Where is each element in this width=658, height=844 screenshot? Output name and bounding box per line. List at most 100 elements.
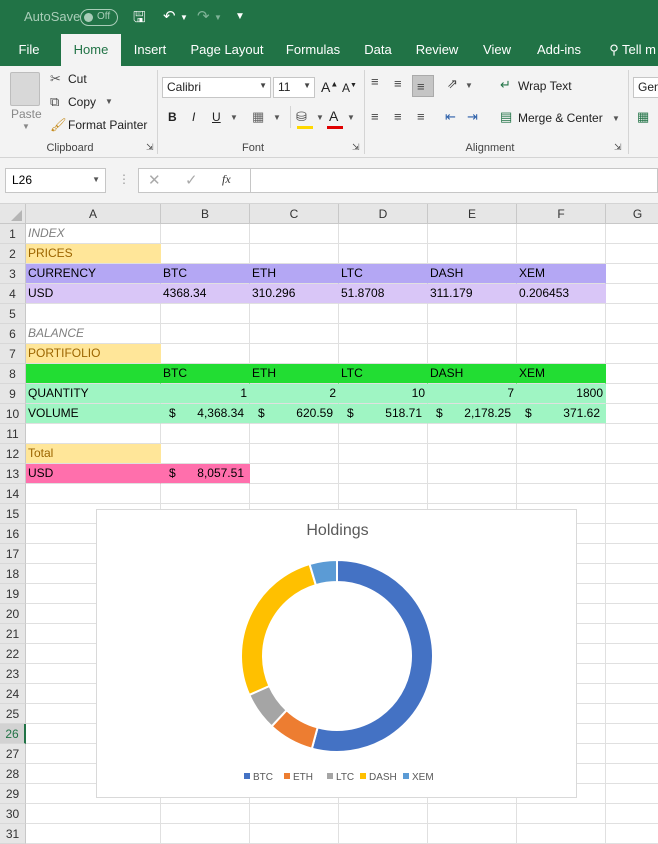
row-header-10[interactable]: 10 [0, 404, 26, 424]
cell-f14[interactable] [517, 484, 606, 504]
cell-d12[interactable] [339, 444, 428, 464]
decrease-indent-icon[interactable]: ⇤ [445, 109, 456, 125]
cell-g9[interactable] [606, 384, 658, 404]
cell-a11[interactable] [26, 424, 161, 444]
cell-b11[interactable] [161, 424, 250, 444]
cell-c4[interactable]: 310.296 [250, 284, 339, 304]
tab-view[interactable]: View [479, 34, 515, 66]
cell-f10[interactable]: $371.62 [517, 404, 606, 424]
cell-e6[interactable] [428, 324, 517, 344]
undo-icon[interactable]: ↶ [163, 7, 176, 25]
tab-insert[interactable]: Insert [127, 34, 173, 66]
cell-a6[interactable]: BALANCE [26, 324, 161, 344]
cell-g18[interactable] [606, 564, 658, 584]
cell-c10[interactable]: $620.59 [250, 404, 339, 424]
row-header-14[interactable]: 14 [0, 484, 26, 504]
cell-d13[interactable] [339, 464, 428, 484]
cell-b4[interactable]: 4368.34 [161, 284, 250, 304]
autosave-toggle[interactable]: Off [80, 9, 118, 26]
cell-g10[interactable] [606, 404, 658, 424]
cell-a14[interactable] [26, 484, 161, 504]
cancel-icon[interactable]: ✕ [148, 171, 161, 189]
cell-c2[interactable] [250, 244, 339, 264]
cell-d1[interactable] [339, 224, 428, 244]
row-header-19[interactable]: 19 [0, 584, 26, 604]
select-all-corner[interactable] [0, 204, 26, 224]
insert-function-icon[interactable]: fx [222, 172, 231, 187]
font-color-icon[interactable]: A [329, 108, 338, 124]
copy-dropdown-icon[interactable]: ▼ [105, 97, 113, 106]
customize-toolbar-icon[interactable]: ▼ [235, 11, 245, 22]
merge-center-button[interactable]: Merge & Center [518, 111, 603, 125]
row-header-3[interactable]: 3 [0, 264, 26, 284]
cell-b14[interactable] [161, 484, 250, 504]
save-icon[interactable]: 🖫 [133, 7, 146, 32]
cell-f12[interactable] [517, 444, 606, 464]
align-left-icon[interactable]: ≡ [371, 109, 379, 124]
column-header-f[interactable]: F [517, 204, 606, 224]
cell-g20[interactable] [606, 604, 658, 624]
cell-e10[interactable]: $2,178.25 [428, 404, 517, 424]
cell-g15[interactable] [606, 504, 658, 524]
cell-g8[interactable] [606, 364, 658, 384]
cell-b12[interactable] [161, 444, 250, 464]
cell-a4[interactable]: USD [26, 284, 161, 304]
cell-a9[interactable]: QUANTITY [26, 384, 161, 404]
column-header-b[interactable]: B [161, 204, 250, 224]
row-header-29[interactable]: 29 [0, 784, 26, 804]
cell-a1[interactable]: INDEX [26, 224, 161, 244]
row-header-6[interactable]: 6 [0, 324, 26, 344]
cell-b1[interactable] [161, 224, 250, 244]
cell-g5[interactable] [606, 304, 658, 324]
row-header-11[interactable]: 11 [0, 424, 26, 444]
cell-b7[interactable] [161, 344, 250, 364]
column-header-d[interactable]: D [339, 204, 428, 224]
cell-g31[interactable] [606, 824, 658, 844]
cell-g12[interactable] [606, 444, 658, 464]
borders-icon[interactable]: ▦ [252, 109, 264, 125]
fill-dropdown-icon[interactable]: ▼ [316, 113, 324, 122]
cell-g23[interactable] [606, 664, 658, 684]
cell-d9[interactable]: 10 [339, 384, 428, 404]
row-header-7[interactable]: 7 [0, 344, 26, 364]
cell-f6[interactable] [517, 324, 606, 344]
font-launcher-icon[interactable]: ⇲ [352, 142, 360, 153]
cell-c5[interactable] [250, 304, 339, 324]
cell-b9[interactable]: 1 [161, 384, 250, 404]
cell-g2[interactable] [606, 244, 658, 264]
cell-e3[interactable]: DASH [428, 264, 517, 284]
cell-c14[interactable] [250, 484, 339, 504]
row-header-1[interactable]: 1 [0, 224, 26, 244]
donut-slice-dash[interactable] [240, 562, 318, 697]
cell-g3[interactable] [606, 264, 658, 284]
cell-d4[interactable]: 51.8708 [339, 284, 428, 304]
tab-home[interactable]: Home [61, 34, 121, 66]
redo-dropdown-icon[interactable]: ▼ [214, 13, 222, 22]
cell-g14[interactable] [606, 484, 658, 504]
redo-icon[interactable]: ↷ [197, 7, 210, 25]
increase-indent-icon[interactable]: ⇥ [467, 109, 478, 125]
align-center-icon[interactable]: ≡ [394, 109, 402, 124]
underline-button[interactable]: U [212, 110, 221, 124]
cell-e30[interactable] [428, 804, 517, 824]
cell-d5[interactable] [339, 304, 428, 324]
tab-review[interactable]: Review [413, 34, 461, 66]
row-header-8[interactable]: 8 [0, 364, 26, 384]
cell-f3[interactable]: XEM [517, 264, 606, 284]
row-header-28[interactable]: 28 [0, 764, 26, 784]
row-header-9[interactable]: 9 [0, 384, 26, 404]
cell-a13[interactable]: USD [26, 464, 161, 484]
cell-f2[interactable] [517, 244, 606, 264]
cell-c1[interactable] [250, 224, 339, 244]
cell-a12[interactable]: Total [26, 444, 161, 464]
cell-g6[interactable] [606, 324, 658, 344]
row-header-12[interactable]: 12 [0, 444, 26, 464]
cell-d11[interactable] [339, 424, 428, 444]
merge-dropdown-icon[interactable]: ▼ [612, 114, 620, 123]
cell-f31[interactable] [517, 824, 606, 844]
align-top-icon[interactable]: ≡ [371, 74, 379, 89]
row-header-4[interactable]: 4 [0, 284, 26, 304]
row-header-17[interactable]: 17 [0, 544, 26, 564]
cell-d10[interactable]: $518.71 [339, 404, 428, 424]
cell-b31[interactable] [161, 824, 250, 844]
